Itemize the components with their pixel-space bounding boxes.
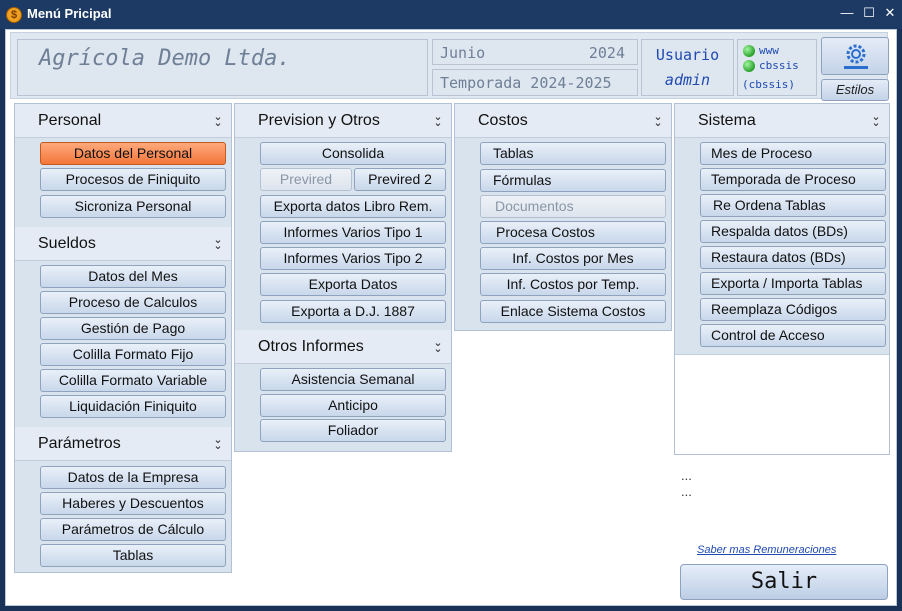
previred-button[interactable]: Previred	[260, 168, 352, 191]
company-data-button[interactable]: Datos de la Empresa	[40, 466, 226, 489]
column-prevision: Prevision y Otros ⌄ ⌄ Consolida Previred …	[234, 103, 452, 452]
column-sistema: Sistema ⌄ ⌄ Mes de Proceso Temporada de P…	[674, 103, 890, 455]
app-icon: $	[6, 7, 22, 23]
formulas-button[interactable]: Fórmulas	[480, 169, 666, 192]
section-title: Sueldos	[38, 235, 96, 252]
costs-by-season-button[interactable]: Inf. Costos por Temp.	[480, 273, 666, 296]
export-dj1887-button[interactable]: Exporta a D.J. 1887	[260, 300, 446, 323]
reports-type2-button[interactable]: Informes Varios Tipo 2	[260, 247, 446, 270]
collapse-icon: ⌄ ⌄	[213, 234, 222, 252]
payment-button[interactable]: Gestión de Pago	[40, 317, 226, 340]
sync-personal-button[interactable]: Sicroniza Personal	[40, 195, 226, 218]
calc-process-button[interactable]: Proceso de Calculos	[40, 291, 226, 314]
styles-icon-button[interactable]	[821, 37, 889, 75]
finiquito-process-button[interactable]: Procesos de Finiquito	[40, 168, 226, 191]
more-info-link[interactable]: Saber mas Remuneraciones	[697, 544, 836, 556]
finiquito-settlement-button[interactable]: Liquidación Finiquito	[40, 395, 226, 418]
replace-codes-button[interactable]: Reemplaza Códigos	[700, 298, 886, 321]
section-sueldos-header[interactable]: Sueldos ⌄ ⌄	[15, 227, 231, 261]
month-label: Junio	[440, 44, 486, 62]
collapse-icon: ⌄ ⌄	[653, 111, 662, 129]
season-label: Temporada 2024-2025	[440, 74, 612, 92]
company-name: Agrícola Demo Ltda.	[17, 39, 428, 96]
process-month-button[interactable]: Mes de Proceso	[700, 142, 886, 165]
collapse-icon: ⌄ ⌄	[213, 434, 222, 452]
column-costos: Costos ⌄ ⌄ Tablas Fórmulas Documentos Pro…	[454, 103, 672, 331]
export-data-button[interactable]: Exporta Datos	[260, 273, 446, 296]
gear-icon	[844, 44, 868, 69]
status-cbssis: cbssis	[759, 59, 799, 72]
fixed-slip-button[interactable]: Colilla Formato Fijo	[40, 343, 226, 366]
backup-button[interactable]: Respalda datos (BDs)	[700, 220, 886, 243]
connection-status: www cbssis (cbssis)	[737, 39, 817, 96]
user-value: admin	[664, 71, 711, 89]
section-personal-header[interactable]: Personal ⌄ ⌄	[15, 104, 231, 138]
period-box: Junio 2024	[432, 39, 638, 65]
section-sistema-header[interactable]: Sistema ⌄ ⌄	[675, 104, 889, 138]
user-box: Usuario admin	[641, 39, 734, 96]
section-prevision-header[interactable]: Prevision y Otros ⌄ ⌄	[235, 104, 451, 138]
costs-by-month-button[interactable]: Inf. Costos por Mes	[480, 247, 666, 270]
year-label: 2024	[588, 44, 625, 62]
restore-button[interactable]: Restaura datos (BDs)	[700, 246, 886, 269]
previred2-button[interactable]: Previred 2	[354, 168, 446, 191]
process-season-button[interactable]: Temporada de Proceso	[700, 168, 886, 191]
collapse-icon: ⌄ ⌄	[213, 111, 222, 129]
cost-tables-button[interactable]: Tablas	[480, 142, 666, 165]
styles-button[interactable]: Estilos	[821, 79, 889, 101]
reorder-tables-button[interactable]: Re Ordena Tablas	[700, 194, 886, 217]
export-libro-button[interactable]: Exporta datos Libro Rem.	[260, 195, 446, 218]
weekly-attendance-button[interactable]: Asistencia Semanal	[260, 368, 446, 391]
header-panel: Agrícola Demo Ltda. Junio 2024 Temporada…	[10, 32, 889, 101]
status-dots: ...	[681, 484, 692, 499]
status-dots: ...	[681, 468, 692, 483]
main-window: Agrícola Demo Ltda. Junio 2024 Temporada…	[5, 29, 897, 606]
earnings-deductions-button[interactable]: Haberes y Descuentos	[40, 492, 226, 515]
collapse-icon: ⌄ ⌄	[433, 337, 442, 355]
status-www: www	[759, 44, 779, 57]
advance-button[interactable]: Anticipo	[260, 394, 446, 417]
season-box: Temporada 2024-2025	[432, 69, 638, 96]
cost-system-link-button[interactable]: Enlace Sistema Costos	[480, 300, 666, 323]
consolida-button[interactable]: Consolida	[260, 142, 446, 165]
section-title: Personal	[38, 112, 102, 129]
documents-button[interactable]: Documentos	[480, 195, 666, 218]
minimize-button[interactable]: —	[838, 4, 856, 22]
section-title: Prevision y Otros	[258, 112, 380, 129]
section-otros-header[interactable]: Otros Informes ⌄ ⌄	[235, 330, 451, 364]
section-title: Parámetros	[38, 435, 121, 452]
status-ok-icon	[743, 60, 755, 72]
section-parametros-header[interactable]: Parámetros ⌄ ⌄	[15, 427, 231, 461]
user-label: Usuario	[655, 46, 720, 64]
export-import-tables-button[interactable]: Exporta / Importa Tablas	[700, 272, 886, 295]
section-title: Otros Informes	[258, 338, 364, 355]
section-title: Costos	[478, 112, 528, 129]
calc-params-button[interactable]: Parámetros de Cálculo	[40, 518, 226, 541]
exit-button[interactable]: Salir	[680, 564, 888, 600]
variable-slip-button[interactable]: Colilla Formato Variable	[40, 369, 226, 392]
access-control-button[interactable]: Control de Acceso	[700, 324, 886, 347]
foliador-button[interactable]: Foliador	[260, 419, 446, 442]
month-data-button[interactable]: Datos del Mes	[40, 265, 226, 288]
maximize-button[interactable]: ☐	[860, 4, 878, 22]
tables-button[interactable]: Tablas	[40, 544, 226, 567]
collapse-icon: ⌄ ⌄	[433, 111, 442, 129]
column-personal: Personal ⌄ ⌄ Datos del Personal Procesos …	[14, 103, 232, 573]
sistema-empty-area	[675, 354, 889, 454]
collapse-icon: ⌄ ⌄	[871, 111, 880, 129]
status-ok-icon	[743, 45, 755, 57]
section-title: Sistema	[698, 112, 756, 129]
section-costos-header[interactable]: Costos ⌄ ⌄	[455, 104, 671, 138]
personal-data-button[interactable]: Datos del Personal	[40, 142, 226, 165]
window-title: Menú Pricipal	[27, 6, 112, 21]
process-costs-button[interactable]: Procesa Costos	[480, 221, 666, 244]
status-cbssis-paren: (cbssis)	[742, 78, 795, 91]
close-button[interactable]: ✕	[881, 4, 899, 22]
reports-type1-button[interactable]: Informes Varios Tipo 1	[260, 221, 446, 244]
title-bar: $ Menú Pricipal — ☐ ✕	[0, 0, 902, 29]
